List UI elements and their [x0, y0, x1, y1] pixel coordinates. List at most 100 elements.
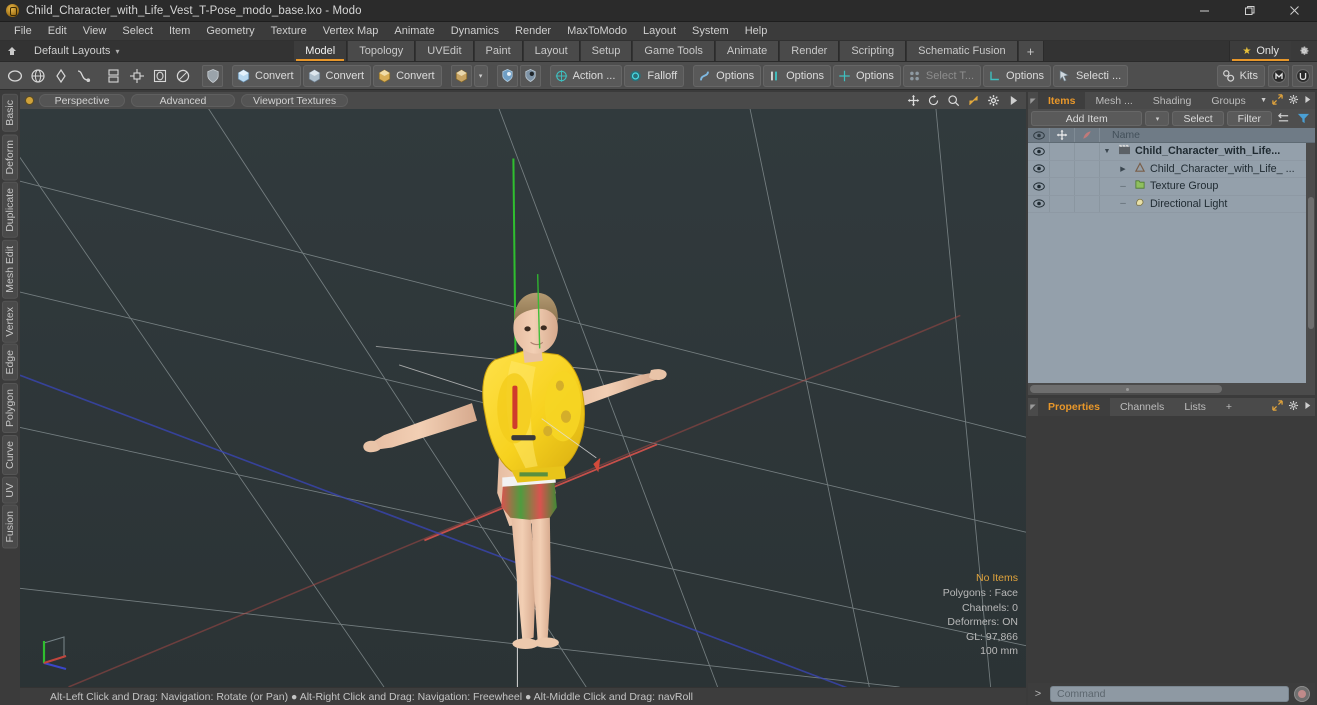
unreal-logo-icon[interactable]: [1292, 64, 1313, 87]
workplane-options-button[interactable]: Options: [983, 64, 1051, 87]
ellipse-icon[interactable]: [4, 65, 25, 87]
command-input[interactable]: [1050, 686, 1289, 702]
menu-system[interactable]: System: [684, 22, 737, 40]
tab-shading[interactable]: Shading: [1142, 92, 1202, 109]
tab-paint[interactable]: Paint: [473, 41, 523, 61]
selection-button[interactable]: Selecti ...: [1052, 64, 1129, 87]
row-move-cell[interactable]: [1050, 195, 1075, 212]
menu-view[interactable]: View: [75, 22, 115, 40]
filter-button[interactable]: Filter: [1226, 111, 1272, 126]
twisty-icon[interactable]: –: [1116, 181, 1130, 192]
only-toggle[interactable]: ★ Only: [1229, 41, 1291, 61]
item-list[interactable]: Name ▼ Child_Character_with_Life... ▶ Ch…: [1028, 128, 1315, 395]
row-name-cell[interactable]: – Directional Light: [1100, 197, 1315, 211]
row-render-cell[interactable]: [1075, 143, 1100, 160]
select-through-button[interactable]: Select T...: [902, 64, 982, 87]
tab-lists[interactable]: Lists: [1174, 398, 1216, 416]
panel-corner-icon[interactable]: ◤: [1028, 92, 1038, 109]
sidebar-item-duplicate[interactable]: Duplicate: [2, 182, 18, 238]
falloff-dark-icon[interactable]: [519, 64, 541, 87]
add-item-button[interactable]: Add Item: [1031, 111, 1143, 126]
sidebar-item-deform[interactable]: Deform: [2, 133, 18, 181]
menu-layout[interactable]: Layout: [635, 22, 684, 40]
tab-uvedit[interactable]: UVEdit: [415, 41, 474, 61]
chevron-down-icon[interactable]: ▼: [1260, 97, 1267, 104]
home-icon[interactable]: [0, 41, 24, 61]
menu-render[interactable]: Render: [507, 22, 559, 40]
table-row[interactable]: – Texture Group: [1028, 178, 1315, 196]
gear-icon[interactable]: [1288, 94, 1299, 108]
panel-corner-icon[interactable]: ◤: [1028, 398, 1038, 416]
item-list-empty-area[interactable]: [1028, 213, 1315, 383]
menu-texture[interactable]: Texture: [263, 22, 315, 40]
row-name-cell[interactable]: ▼ Child_Character_with_Life...: [1100, 144, 1315, 158]
row-render-cell[interactable]: [1075, 195, 1100, 212]
globe-icon[interactable]: [27, 65, 48, 87]
tab-groups[interactable]: Groups: [1201, 92, 1256, 109]
square-in-square-icon[interactable]: [149, 65, 170, 87]
play-icon[interactable]: [1304, 401, 1311, 413]
select-button[interactable]: Select: [1172, 111, 1224, 126]
sidebar-item-vertex[interactable]: Vertex: [2, 300, 18, 343]
tab-animate[interactable]: Animate: [714, 41, 780, 61]
filter-funnel-icon[interactable]: [1295, 111, 1312, 126]
axis-gizmo[interactable]: [34, 629, 78, 673]
sidebar-item-uv[interactable]: UV: [2, 476, 18, 504]
rotate-icon[interactable]: [926, 94, 940, 108]
cube-dropdown-caret[interactable]: ▾: [473, 64, 488, 87]
add-item-caret[interactable]: ▾: [1145, 111, 1170, 126]
swap-icon[interactable]: [1275, 111, 1292, 126]
menu-item[interactable]: Item: [161, 22, 198, 40]
cube-icon[interactable]: [450, 64, 472, 87]
menu-geometry[interactable]: Geometry: [198, 22, 262, 40]
gear-icon[interactable]: [986, 94, 1000, 108]
falloff-blue-icon[interactable]: [496, 64, 518, 87]
add-tab-button[interactable]: +: [1017, 41, 1044, 61]
snap-options-button[interactable]: Options: [693, 64, 762, 87]
duplicate-icon[interactable]: [103, 65, 124, 87]
row-eye-icon[interactable]: [1028, 160, 1050, 177]
sidebar-item-polygon[interactable]: Polygon: [2, 382, 18, 433]
sidebar-item-fusion[interactable]: Fusion: [2, 505, 18, 549]
table-row[interactable]: ▼ Child_Character_with_Life...: [1028, 143, 1315, 161]
sidebar-item-basic[interactable]: Basic: [2, 94, 18, 132]
tab-game-tools[interactable]: Game Tools: [632, 41, 715, 61]
twisty-icon[interactable]: ▶: [1116, 165, 1130, 173]
menu-maxtomodo[interactable]: MaxToModo: [559, 22, 635, 40]
expand-icon[interactable]: [1272, 93, 1283, 108]
tab-model[interactable]: Model: [293, 41, 348, 61]
menu-select[interactable]: Select: [114, 22, 161, 40]
default-layouts-dropdown[interactable]: Default Layouts ▾: [24, 41, 129, 61]
tab-layout[interactable]: Layout: [522, 41, 580, 61]
record-icon[interactable]: [1294, 686, 1310, 702]
menu-animate[interactable]: Animate: [386, 22, 442, 40]
row-move-cell[interactable]: [1050, 160, 1075, 177]
menu-file[interactable]: File: [6, 22, 40, 40]
tab-topology[interactable]: Topology: [347, 41, 416, 61]
expand-icon[interactable]: [1272, 400, 1283, 414]
zoom-icon[interactable]: [946, 94, 960, 108]
falloff-button[interactable]: Falloff: [624, 64, 685, 87]
convert-button-1[interactable]: Convert: [232, 64, 301, 87]
modo-logo-icon[interactable]: [1268, 64, 1289, 87]
row-move-cell[interactable]: [1050, 143, 1075, 160]
tab-properties[interactable]: Properties: [1038, 398, 1110, 416]
crosshair-box-icon[interactable]: [126, 65, 147, 87]
row-move-cell[interactable]: [1050, 178, 1075, 195]
table-row[interactable]: ▶ Child_Character_with_Life_ ...: [1028, 160, 1315, 178]
row-name-cell[interactable]: ▶ Child_Character_with_Life_ ...: [1100, 161, 1315, 176]
play-icon[interactable]: [1304, 95, 1311, 107]
shield-icon[interactable]: [202, 64, 223, 87]
item-list-vertical-scrollbar[interactable]: [1306, 143, 1315, 383]
play-icon[interactable]: [1006, 94, 1020, 108]
row-render-cell[interactable]: [1075, 178, 1100, 195]
tab-items[interactable]: Items: [1038, 92, 1086, 109]
tab-render[interactable]: Render: [779, 41, 840, 61]
row-render-cell[interactable]: [1075, 160, 1100, 177]
menu-dynamics[interactable]: Dynamics: [443, 22, 507, 40]
row-eye-icon[interactable]: [1028, 195, 1050, 212]
viewport-perspective-dropdown[interactable]: Perspective: [39, 94, 125, 107]
move-icon[interactable]: [906, 94, 920, 108]
tab-add[interactable]: +: [1215, 398, 1243, 416]
menu-vertex-map[interactable]: Vertex Map: [315, 22, 387, 40]
